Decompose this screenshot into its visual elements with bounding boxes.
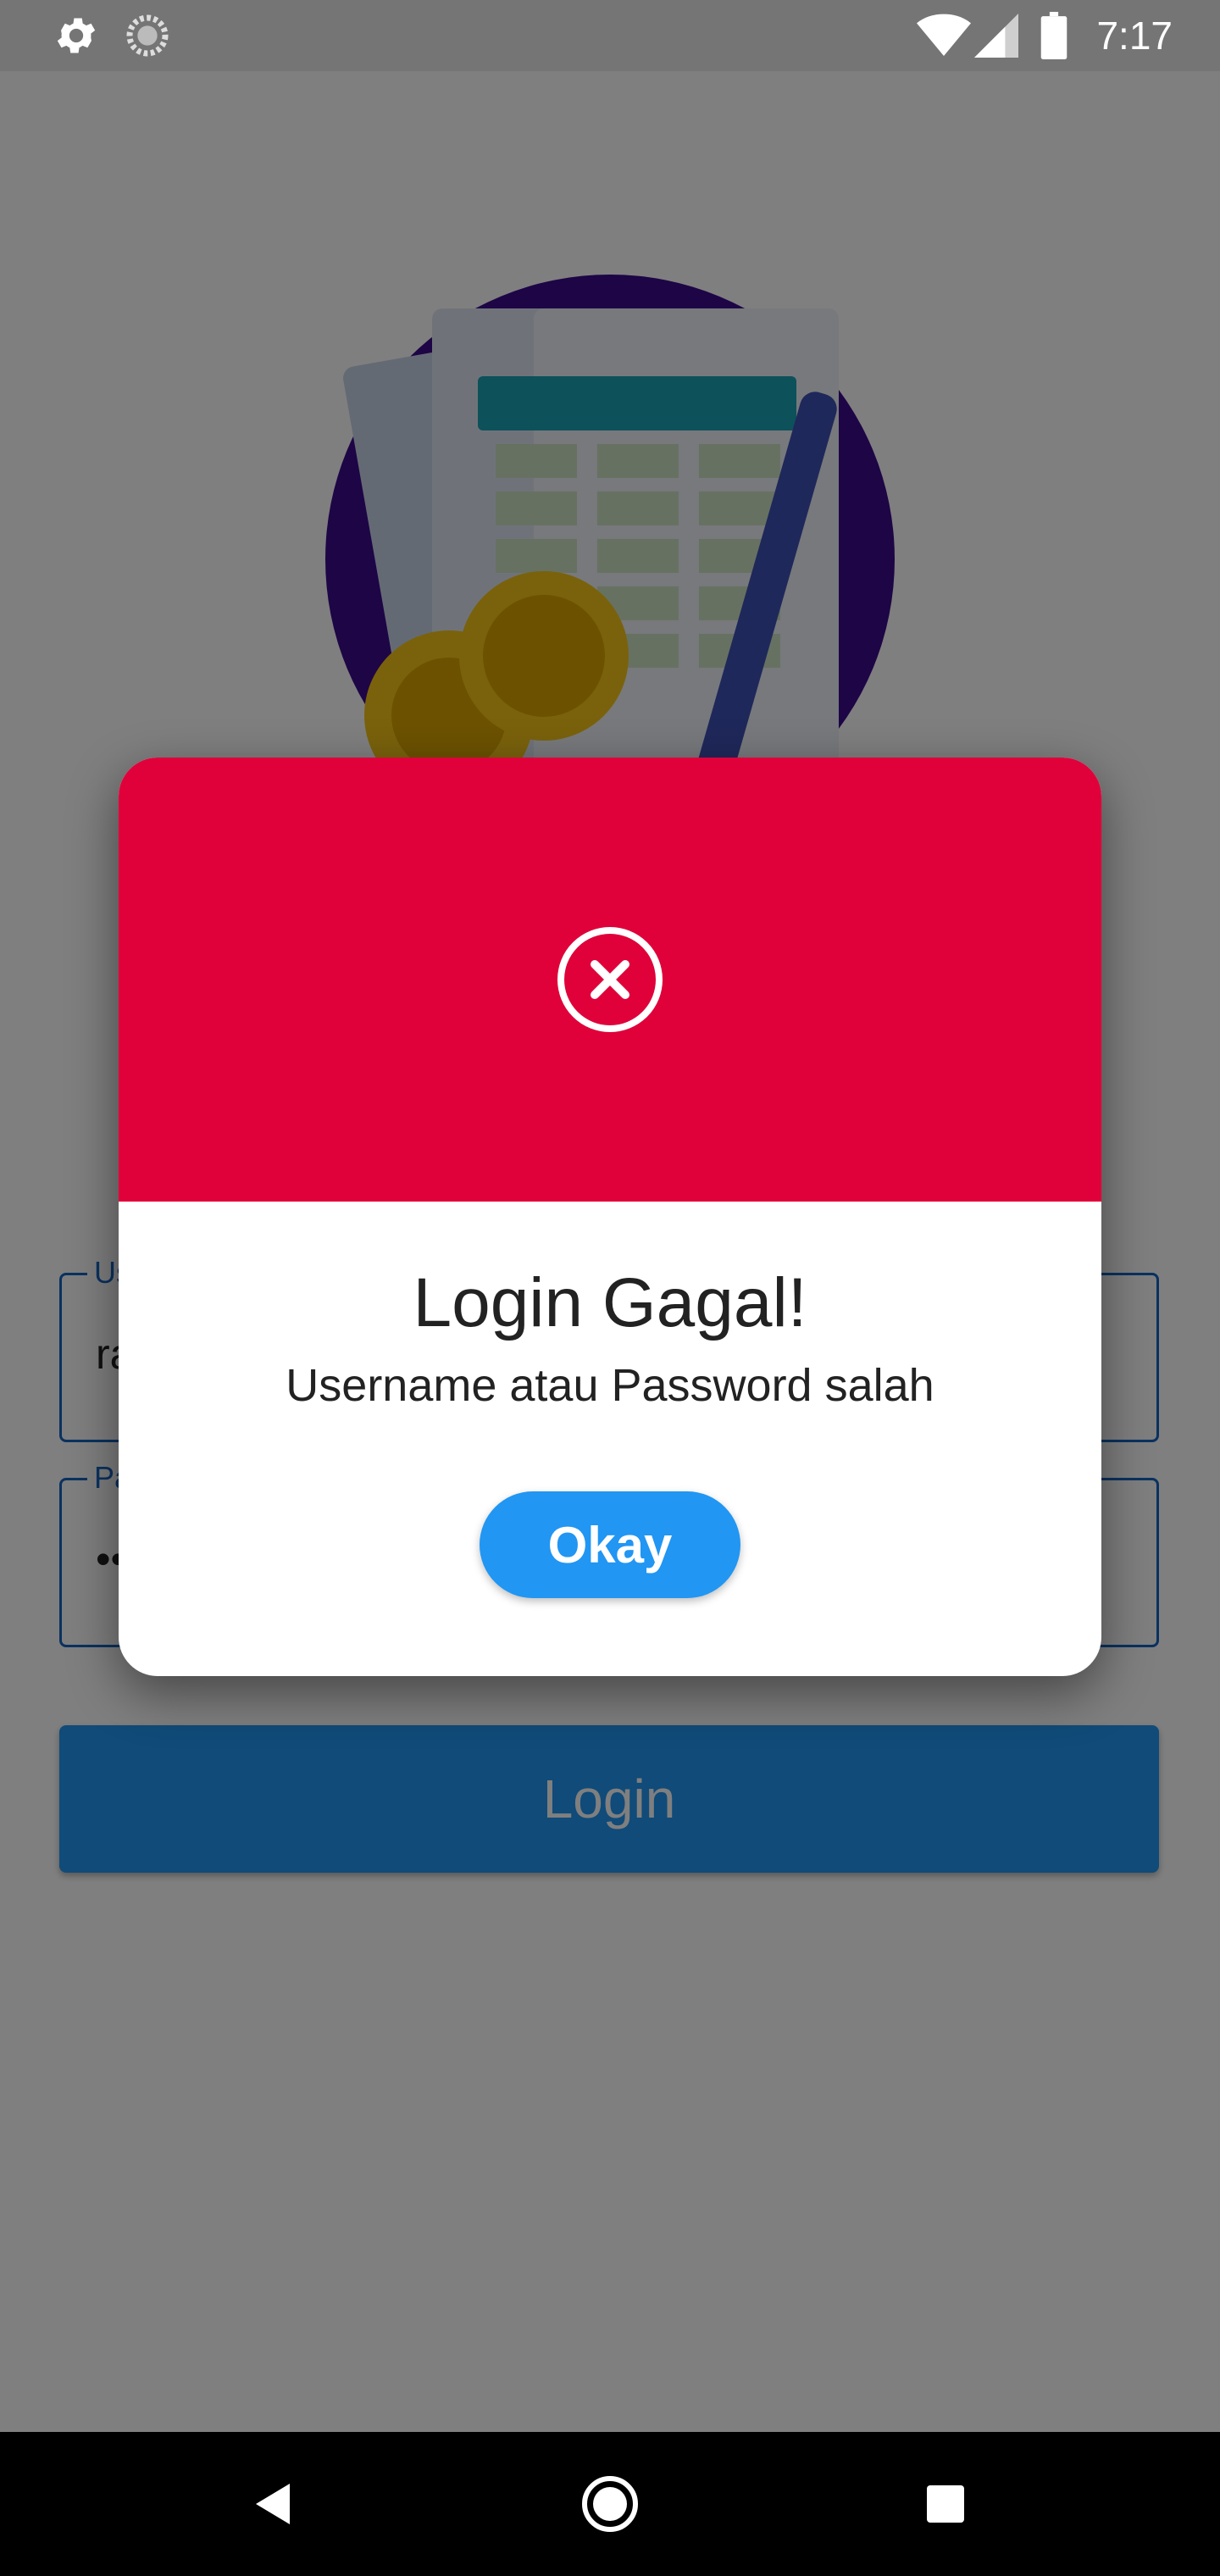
- wifi-icon: [917, 12, 971, 64]
- navigation-bar: [0, 2432, 1220, 2576]
- battery-icon: [1040, 12, 1068, 64]
- home-icon[interactable]: [573, 2467, 647, 2541]
- dialog-title: Login Gagal!: [413, 1264, 807, 1341]
- status-bar: 7:17: [0, 0, 1220, 71]
- dialog-header: [119, 758, 1101, 1202]
- screen: 7:17 Username ra: [0, 0, 1220, 2576]
- error-x-icon: [557, 927, 663, 1032]
- dialog-message: Username atau Password salah: [286, 1360, 934, 1411]
- signal-icon: [974, 12, 1018, 64]
- sync-icon: [124, 12, 171, 64]
- okay-button[interactable]: Okay: [480, 1491, 740, 1598]
- error-dialog: Login Gagal! Username atau Password sala…: [119, 758, 1101, 1676]
- recents-icon[interactable]: [908, 2467, 983, 2541]
- status-time: 7:17: [1096, 14, 1173, 58]
- settings-icon: [53, 12, 100, 64]
- back-icon[interactable]: [237, 2467, 312, 2541]
